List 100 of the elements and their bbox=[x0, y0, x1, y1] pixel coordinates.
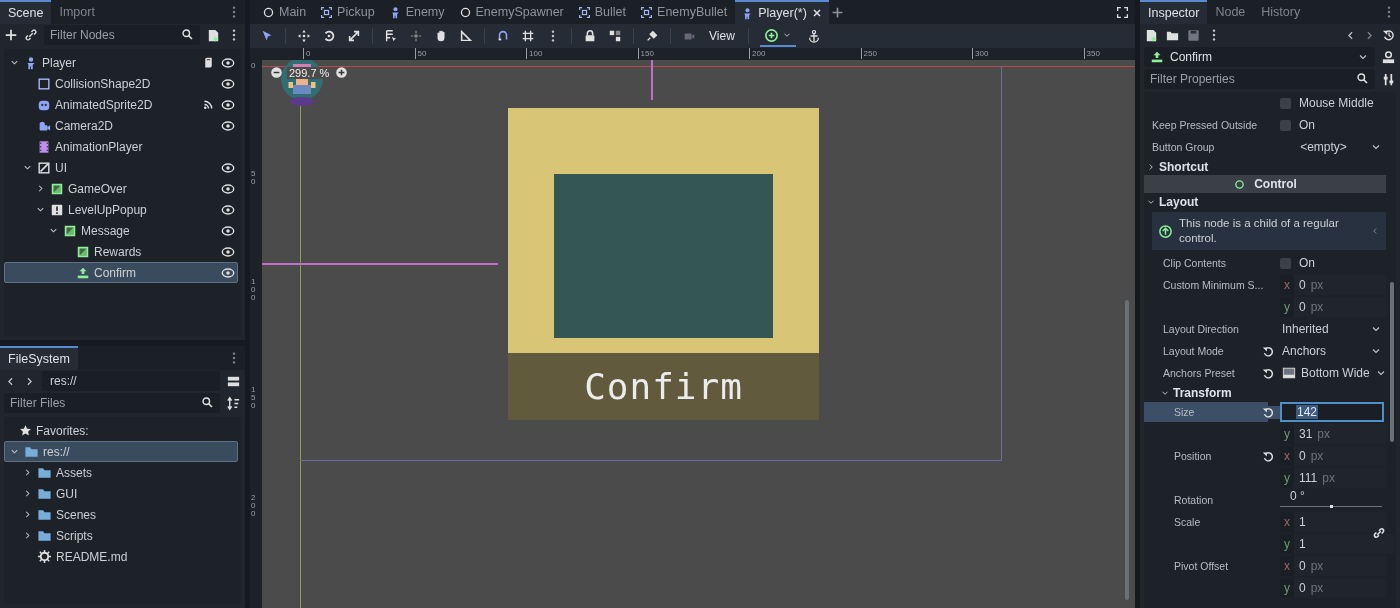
dock-tab[interactable]: FileSystem bbox=[0, 346, 78, 370]
eye-icon[interactable] bbox=[221, 181, 235, 196]
editor-tab[interactable]: Player(*) bbox=[735, 0, 829, 24]
dock-tab[interactable]: Import bbox=[51, 0, 103, 24]
number-field[interactable]: x 0 px bbox=[1280, 556, 1386, 576]
dropdown[interactable]: Bottom Wide bbox=[1280, 363, 1386, 383]
dock-tab[interactable]: History bbox=[1253, 0, 1309, 24]
path-field[interactable]: res:// bbox=[42, 371, 220, 391]
eye-icon[interactable] bbox=[221, 202, 235, 217]
lock-icon[interactable] bbox=[583, 29, 597, 43]
new-resource-icon[interactable] bbox=[206, 27, 221, 43]
value-input[interactable]: 142 bbox=[1280, 402, 1384, 422]
editor-tab[interactable]: Enemy bbox=[382, 0, 451, 24]
zoom-in-icon[interactable] bbox=[335, 66, 349, 79]
number-field[interactable]: y 31 px bbox=[1280, 424, 1386, 444]
filter-nodes-field[interactable]: Filter Nodes bbox=[44, 25, 200, 45]
eye-icon[interactable] bbox=[221, 97, 235, 112]
tree-item[interactable]: Message bbox=[4, 220, 238, 241]
anchor-icon[interactable] bbox=[806, 29, 821, 43]
revert-icon[interactable] bbox=[1262, 405, 1280, 419]
pivot-icon[interactable] bbox=[409, 29, 423, 43]
grid-icon[interactable] bbox=[521, 29, 535, 43]
dropdown[interactable]: Anchors bbox=[1280, 341, 1386, 361]
confirm-button[interactable]: Confirm bbox=[508, 353, 819, 420]
link-icon[interactable] bbox=[24, 28, 38, 42]
fullscreen-icon[interactable] bbox=[1116, 5, 1129, 19]
folder-item[interactable]: Scenes bbox=[4, 504, 238, 525]
tree-item[interactable]: UI bbox=[4, 157, 238, 178]
tree-item[interactable]: Confirm bbox=[4, 262, 238, 283]
folder-item[interactable]: Assets bbox=[4, 462, 238, 483]
eye-icon[interactable] bbox=[221, 265, 235, 280]
tree-item[interactable]: GameOver bbox=[4, 178, 238, 199]
magnet-icon[interactable] bbox=[496, 29, 510, 43]
help-icon[interactable] bbox=[1381, 49, 1396, 65]
object-selector[interactable]: Confirm bbox=[1144, 47, 1375, 67]
slider-thumb[interactable] bbox=[1330, 505, 1333, 508]
file-item[interactable]: README.md bbox=[4, 546, 238, 567]
dropdown[interactable]: <empty> bbox=[1280, 137, 1386, 157]
checkbox-toggle[interactable]: Mouse Middle bbox=[1280, 93, 1386, 113]
tree-item[interactable]: AnimationPlayer bbox=[4, 136, 238, 157]
save-icon[interactable] bbox=[1186, 27, 1201, 43]
ruler-icon[interactable] bbox=[459, 29, 473, 43]
number-field[interactable]: y 111 px bbox=[1280, 468, 1386, 488]
eye-icon[interactable] bbox=[221, 118, 235, 133]
eye-icon[interactable] bbox=[221, 160, 235, 175]
move-icon[interactable] bbox=[297, 29, 311, 43]
slider[interactable]: 0 ° bbox=[1280, 490, 1386, 510]
editor-tab[interactable]: Bullet bbox=[571, 0, 633, 24]
sort-icon[interactable] bbox=[226, 395, 241, 411]
scrollbar[interactable] bbox=[1390, 282, 1394, 442]
dock-tab[interactable]: Scene bbox=[0, 0, 52, 24]
filter-settings-icon[interactable] bbox=[1381, 71, 1396, 87]
editor-tab[interactable]: EnemyBullet bbox=[634, 0, 734, 24]
folder-item[interactable]: res:// bbox=[4, 441, 238, 462]
number-field[interactable]: y 0 px bbox=[1280, 578, 1386, 598]
history-icon[interactable] bbox=[1382, 28, 1396, 42]
add-icon[interactable] bbox=[4, 28, 18, 42]
tree-item[interactable]: Rewards bbox=[4, 241, 238, 262]
editor-tab[interactable]: EnemySpawner bbox=[452, 0, 570, 24]
dropdown[interactable]: Inherited bbox=[1280, 319, 1386, 339]
eye-icon[interactable] bbox=[221, 244, 235, 259]
view-menu-button[interactable]: View bbox=[707, 29, 737, 43]
checkbox-toggle[interactable]: On bbox=[1280, 115, 1386, 135]
tree-item[interactable]: LevelUpPopup bbox=[4, 199, 238, 220]
tree-item[interactable]: AnimatedSprite2D bbox=[4, 94, 238, 115]
tree-item[interactable]: Player bbox=[4, 52, 238, 73]
section-header[interactable]: Transform bbox=[1144, 384, 1386, 401]
filter-files-field[interactable]: Filter Files bbox=[4, 393, 220, 413]
bone-icon[interactable] bbox=[645, 29, 659, 43]
checkbox-toggle[interactable]: On bbox=[1280, 253, 1386, 273]
link-icon[interactable] bbox=[1372, 526, 1386, 540]
zoom-out-icon[interactable] bbox=[270, 66, 283, 79]
section-header[interactable]: Shortcut bbox=[1144, 158, 1386, 175]
list-select-icon[interactable] bbox=[384, 29, 398, 43]
scrollbar[interactable] bbox=[1125, 300, 1129, 600]
close-icon[interactable] bbox=[810, 7, 823, 19]
eye-icon[interactable] bbox=[221, 76, 235, 91]
eye-icon[interactable] bbox=[221, 55, 235, 70]
scale-icon[interactable] bbox=[347, 29, 361, 43]
number-field[interactable]: x 0 px bbox=[1280, 275, 1386, 295]
number-field[interactable]: x 0 px bbox=[1280, 446, 1386, 466]
number-field[interactable]: x 1 bbox=[1280, 512, 1386, 532]
section-header[interactable]: Layout bbox=[1144, 193, 1386, 210]
editor-tab[interactable]: Main bbox=[256, 0, 313, 24]
eye-icon[interactable] bbox=[221, 223, 235, 238]
group-icon[interactable] bbox=[608, 29, 622, 43]
new-resource-icon[interactable] bbox=[1144, 27, 1159, 43]
number-field[interactable]: y 0 px bbox=[1280, 297, 1386, 317]
folder-item[interactable]: GUI bbox=[4, 483, 238, 504]
tree-item[interactable]: Camera2D bbox=[4, 115, 238, 136]
dock-tab[interactable]: Inspector bbox=[1140, 0, 1208, 24]
number-value: 0 bbox=[1299, 581, 1306, 595]
dock-tab[interactable]: Node bbox=[1207, 0, 1254, 24]
tree-item[interactable]: CollisionShape2D bbox=[4, 73, 238, 94]
editor-tab[interactable]: Pickup bbox=[314, 0, 381, 24]
rotate-icon[interactable] bbox=[322, 29, 336, 43]
add-icon[interactable] bbox=[830, 5, 844, 19]
number-field[interactable]: y 1 bbox=[1280, 534, 1394, 554]
filter-properties-field[interactable]: Filter Properties bbox=[1144, 69, 1375, 89]
folder-item[interactable]: Scripts bbox=[4, 525, 238, 546]
